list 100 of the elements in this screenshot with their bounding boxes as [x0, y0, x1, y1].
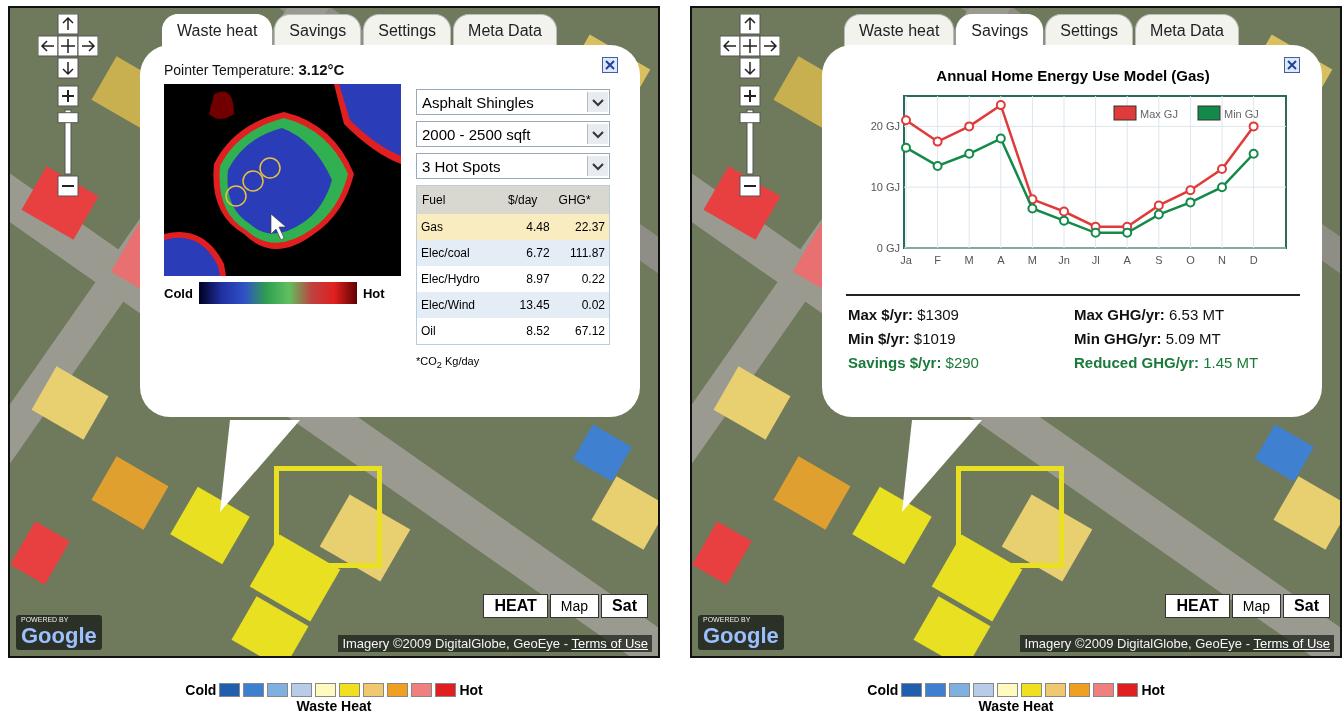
pan-up-icon[interactable]: [57, 14, 79, 35]
data-point: [995, 133, 1006, 144]
legend-high-label: Hot: [459, 682, 483, 698]
table-cell: Elec/Wind: [416, 292, 503, 318]
legend-title: Waste Heat: [296, 698, 372, 714]
stat-text: Savings $/yr: $290: [848, 354, 980, 371]
pan-left-icon[interactable]: [38, 35, 59, 57]
zoom-slider-thumb[interactable]: [739, 112, 761, 124]
tab[interactable]: Meta Data: [1135, 14, 1239, 46]
scale-low-label: Cold: [164, 285, 193, 301]
terms-link[interactable]: Terms of Use: [571, 636, 648, 651]
table-cell: 8.97: [502, 266, 554, 292]
legend-low-label: Cold: [185, 682, 217, 698]
x-tick-label: M: [964, 254, 974, 266]
data-point: [932, 136, 943, 147]
x-tick-label: N: [1218, 254, 1226, 266]
tab[interactable]: Savings: [956, 14, 1044, 46]
map-type-button[interactable]: Map: [549, 594, 600, 618]
stat-text: Max $/yr: $1309: [848, 306, 960, 323]
x-tick-label: M: [1027, 254, 1037, 266]
recenter-icon[interactable]: [739, 35, 761, 57]
map-type-button[interactable]: Map: [1231, 594, 1282, 618]
y-tick-label: 10 GJ: [870, 181, 900, 194]
column-header: GHG*: [553, 185, 610, 214]
close-icon[interactable]: [602, 57, 618, 73]
pan-left-icon[interactable]: [720, 35, 741, 57]
footnote: *CO$_{2}$ Kg/day: [416, 355, 481, 371]
data-point: [1153, 209, 1164, 220]
data-point: [995, 100, 1006, 111]
y-tick-label: 0 GJ: [876, 242, 900, 254]
pan-down-icon[interactable]: [57, 57, 79, 79]
table-cell: Elec/coal: [416, 240, 503, 266]
caret-icon: [587, 124, 608, 144]
data-point: [901, 142, 911, 153]
stat-text: Min GHG/yr: 5.09 MT: [1074, 330, 1222, 347]
table-cell: 0.02: [553, 292, 610, 318]
map-type-button[interactable]: HEAT: [1165, 594, 1230, 618]
data-point: [1185, 185, 1196, 196]
data-point: [1248, 148, 1259, 159]
x-tick-label: Ja: [900, 254, 912, 266]
data-point: [1090, 227, 1101, 238]
dropdown[interactable]: Asphalt Shingles: [416, 89, 610, 115]
y-tick-label: 20 GJ: [870, 120, 900, 133]
zoom-out-icon[interactable]: [739, 175, 761, 197]
tab[interactable]: Savings: [274, 14, 362, 46]
map-logo: Google: [703, 623, 779, 649]
data-point: [1059, 215, 1069, 226]
dropdown[interactable]: 2000 - 2500 sqft: [416, 121, 610, 147]
pan-right-icon[interactable]: [759, 35, 780, 57]
zoom-slider-track[interactable]: [64, 109, 72, 175]
map-logo: Google: [21, 623, 97, 649]
table-cell: 111.87: [553, 240, 610, 266]
table-cell: Gas: [416, 214, 503, 240]
table-cell: 0.22: [553, 266, 610, 292]
zoom-in-icon[interactable]: [57, 85, 79, 107]
data-point: [964, 121, 975, 132]
x-tick-label: S: [1155, 254, 1163, 266]
tab[interactable]: Meta Data: [453, 14, 557, 46]
pan-down-icon[interactable]: [739, 57, 761, 79]
legend-title: Waste Heat: [978, 698, 1054, 714]
pan-right-icon[interactable]: [77, 35, 98, 57]
stat-text: Reduced GHG/yr: 1.45 MT: [1074, 354, 1260, 371]
recenter-icon[interactable]: [57, 35, 79, 57]
terms-link[interactable]: Terms of Use: [1253, 636, 1330, 651]
map-type-button[interactable]: Sat: [601, 594, 648, 618]
zoom-slider-track[interactable]: [746, 109, 754, 175]
zoom-slider-thumb[interactable]: [57, 112, 79, 124]
imagery-attribution: Imagery ©2009 DigitalGlobe, GeoEye -: [1024, 636, 1252, 651]
data-point: [964, 148, 975, 159]
tab[interactable]: Waste heat: [844, 14, 955, 46]
zoom-out-icon[interactable]: [57, 175, 79, 197]
table-cell: 8.52: [502, 318, 554, 345]
scale-high-label: Hot: [362, 285, 385, 301]
close-icon[interactable]: [1284, 57, 1300, 73]
table-cell: Oil: [416, 318, 503, 345]
column-header: $/day: [502, 185, 554, 214]
column-header: Fuel: [416, 185, 503, 214]
pointer-temperature: Pointer Temperature: 3.12°C: [164, 61, 346, 78]
pan-up-icon[interactable]: [739, 14, 761, 35]
table-cell: 67.12: [553, 318, 610, 345]
data-point: [1153, 200, 1164, 211]
dropdown[interactable]: 3 Hot Spots: [416, 153, 610, 179]
legend-high-label: Hot: [1141, 682, 1165, 698]
data-point: [1248, 121, 1259, 132]
legend-label: Min GJ: [1224, 108, 1259, 120]
imagery-attribution: Imagery ©2009 DigitalGlobe, GeoEye -: [342, 636, 570, 651]
data-point: [1027, 203, 1038, 214]
map-type-button[interactable]: HEAT: [483, 594, 548, 618]
tab[interactable]: Waste heat: [162, 14, 273, 46]
zoom-in-icon[interactable]: [739, 85, 761, 107]
map-type-button[interactable]: Sat: [1283, 594, 1330, 618]
caret-icon: [587, 92, 608, 112]
stat-text: Min $/yr: $1019: [848, 330, 957, 347]
stat-text: Max GHG/yr: 6.53 MT: [1074, 306, 1226, 323]
data-point: [1122, 227, 1133, 238]
tab[interactable]: Settings: [363, 14, 452, 46]
x-tick-label: A: [997, 254, 1005, 266]
data-point: [1185, 197, 1196, 208]
tab[interactable]: Settings: [1045, 14, 1134, 46]
table-cell: 4.48: [502, 214, 554, 240]
